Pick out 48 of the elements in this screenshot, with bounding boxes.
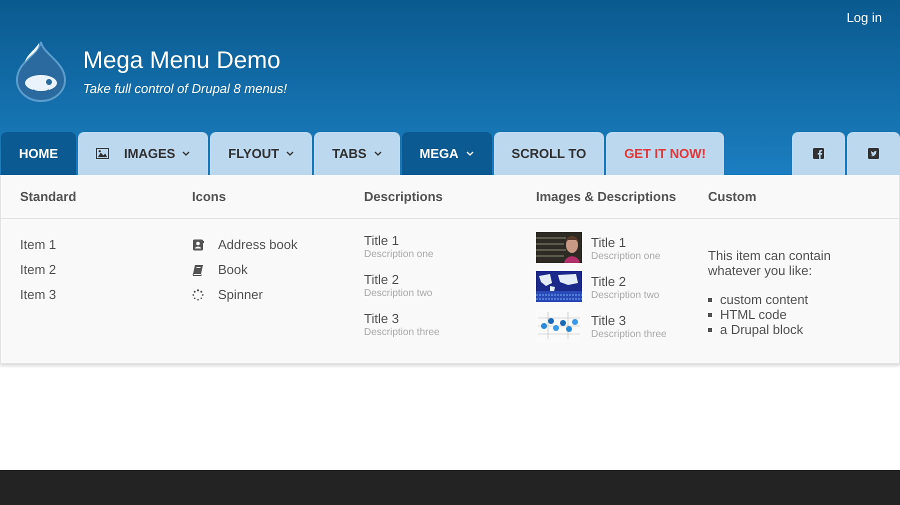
bullet-icon xyxy=(708,312,712,316)
item-description: Description two xyxy=(364,288,434,299)
spinner-icon xyxy=(192,288,204,300)
column-heading: Descriptions xyxy=(364,189,444,204)
site-slogan: Take full control of Drupal 8 menus! xyxy=(83,80,288,96)
menu-link[interactable]: Item 3 xyxy=(20,282,192,307)
item-description: Description two xyxy=(591,290,660,300)
item-description: Description one xyxy=(364,249,434,260)
item-description: Description three xyxy=(364,327,441,338)
bullet-text: custom content xyxy=(720,292,808,307)
bullet-text: a Drupal block xyxy=(720,322,804,337)
menu-link[interactable]: Title 2 xyxy=(591,272,660,290)
item-description: Description one xyxy=(591,250,660,262)
nav-tab[interactable]: IMAGES xyxy=(78,132,208,175)
nav-tab[interactable]: FLYOUT xyxy=(210,132,312,175)
drop-logo-icon[interactable] xyxy=(13,40,69,102)
column-heading: Standard xyxy=(20,189,78,204)
column-heading: Images & Descriptions xyxy=(536,189,678,204)
bullet-text: HTML code xyxy=(720,307,787,322)
social-button[interactable] xyxy=(792,132,845,175)
nav-tab[interactable]: TABS xyxy=(314,132,400,175)
menu-link[interactable]: Spinner xyxy=(218,282,263,307)
menu-link[interactable]: Address book xyxy=(218,232,298,257)
login-link[interactable]: Log in xyxy=(846,10,882,32)
image-icon xyxy=(96,148,109,159)
square-f-icon xyxy=(813,148,824,159)
menu-link[interactable]: Title 2 xyxy=(364,271,536,288)
contact-card-icon xyxy=(192,238,204,250)
bullet-icon xyxy=(708,298,712,302)
menu-link[interactable]: Title 1 xyxy=(364,232,536,249)
nav-tab[interactable]: SCROLL TO xyxy=(494,132,604,175)
site-title[interactable]: Mega Menu Demo xyxy=(83,46,288,74)
bullet-icon xyxy=(708,328,712,332)
custom-text: This item can contain whatever you like: xyxy=(708,248,832,278)
menu-link[interactable]: Title 3 xyxy=(591,312,667,328)
menu-link[interactable]: Item 1 xyxy=(20,232,192,257)
column-heading: Icons xyxy=(192,189,227,204)
item-description: Description three xyxy=(591,328,667,340)
menu-link[interactable]: Title 1 xyxy=(591,234,660,250)
nav-tab[interactable]: MEGA xyxy=(402,132,492,175)
column-heading: Custom xyxy=(708,189,758,204)
menu-link[interactable]: Title 3 xyxy=(364,310,536,327)
bird-icon xyxy=(868,148,879,159)
menu-link[interactable]: Book xyxy=(218,257,248,282)
book-icon xyxy=(192,264,204,276)
social-button[interactable] xyxy=(847,132,900,175)
nav-tab[interactable]: HOME xyxy=(1,132,76,175)
menu-link[interactable]: Item 2 xyxy=(20,257,192,282)
